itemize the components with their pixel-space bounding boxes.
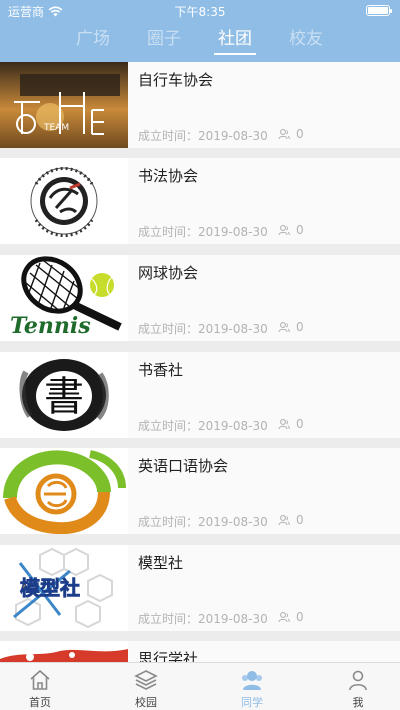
club-item-cycling[interactable]: TEAM 自行车协会 成立时间：2019-08-30 0 <box>0 62 400 148</box>
club-name: 模型社 <box>138 554 184 572</box>
app-screen: 运营商 下午8:35 广场 圈子 社团 校友 TEAM 自行车协会 成立时间：2… <box>0 0 400 710</box>
club-member-count: 0 <box>296 320 304 334</box>
club-item-sixing[interactable]: 思行学社 <box>0 641 400 662</box>
club-name: 自行车协会 <box>138 71 214 89</box>
club-tennis-logo-text: Tennis <box>10 313 91 339</box>
club-item-book[interactable]: 書 书香社 成立时间：2019-08-30 0 <box>0 352 400 438</box>
club-member-count: 0 <box>296 223 304 237</box>
members-icon <box>278 225 290 236</box>
club-info: 思行学社 <box>128 641 400 662</box>
club-members: 0 <box>278 127 304 141</box>
club-name: 思行学社 <box>138 650 199 662</box>
club-item-tennis[interactable]: Tennis 网球协会 成立时间：2019-08-30 0 <box>0 255 400 341</box>
club-info: 书法协会 成立时间：2019-08-30 0 <box>128 158 400 244</box>
club-info: 书香社 成立时间：2019-08-30 0 <box>128 352 400 438</box>
club-info: 网球协会 成立时间：2019-08-30 0 <box>128 255 400 341</box>
classmates-icon <box>242 671 262 690</box>
club-english-image <box>0 448 128 534</box>
club-members: 0 <box>278 417 304 431</box>
members-icon <box>278 515 290 526</box>
members-icon <box>278 419 290 430</box>
club-name: 网球协会 <box>138 264 199 282</box>
club-item-model[interactable]: 模型社 模型社 成立时间：2019-08-30 0 <box>0 545 400 631</box>
club-founded: 成立时间：2019-08-30 <box>138 129 268 143</box>
club-item-calligraphy[interactable]: 书法协会 成立时间：2019-08-30 0 <box>0 158 400 244</box>
club-members: 0 <box>278 320 304 334</box>
club-model-image: 模型社 <box>0 545 128 631</box>
layers-icon <box>134 670 158 690</box>
nav-home-label: 首页 <box>29 696 51 709</box>
club-members: 0 <box>278 513 304 527</box>
nav-campus[interactable]: 校园 <box>106 663 186 710</box>
club-item-english[interactable]: 英语口语协会 成立时间：2019-08-30 0 <box>0 448 400 534</box>
club-founded: 成立时间：2019-08-30 <box>138 322 268 336</box>
club-book-logo-text: 書 <box>44 374 84 420</box>
club-member-count: 0 <box>296 127 304 141</box>
club-cycling-image: TEAM <box>0 62 128 148</box>
club-info: 自行车协会 成立时间：2019-08-30 0 <box>128 62 400 148</box>
nav-classmates-label: 同学 <box>241 696 263 709</box>
nav-campus-label: 校园 <box>135 696 157 709</box>
bottom-nav: 首页 校园 同学 我 <box>0 662 400 710</box>
club-list: TEAM 自行车协会 成立时间：2019-08-30 0 书法协会 成立时间：2… <box>0 62 400 662</box>
club-member-count: 0 <box>296 417 304 431</box>
club-founded: 成立时间：2019-08-30 <box>138 225 268 239</box>
club-founded: 成立时间：2019-08-30 <box>138 419 268 433</box>
club-name: 英语口语协会 <box>138 457 229 475</box>
nav-home[interactable]: 首页 <box>0 663 80 710</box>
club-tennis-image: Tennis <box>0 255 128 341</box>
club-info: 模型社 成立时间：2019-08-30 0 <box>128 545 400 631</box>
club-book-image: 書 <box>0 352 128 438</box>
members-icon <box>278 129 290 140</box>
club-members: 0 <box>278 223 304 237</box>
club-member-count: 0 <box>296 610 304 624</box>
club-cycling-logo-text: TEAM <box>43 123 69 133</box>
members-icon <box>278 612 290 623</box>
tab-alumni[interactable]: 校友 <box>276 26 336 52</box>
tab-circles[interactable]: 圈子 <box>134 26 194 52</box>
top-tabs: 广场 圈子 社团 校友 <box>0 26 400 56</box>
club-members: 0 <box>278 610 304 624</box>
status-bar: 运营商 下午8:35 <box>0 0 400 20</box>
club-sixing-image <box>0 641 128 662</box>
club-founded: 成立时间：2019-08-30 <box>138 612 268 626</box>
club-name: 书法协会 <box>138 167 199 185</box>
club-name: 书香社 <box>138 361 184 379</box>
club-founded: 成立时间：2019-08-30 <box>138 515 268 529</box>
nav-me[interactable]: 我 <box>318 663 398 710</box>
club-info: 英语口语协会 成立时间：2019-08-30 0 <box>128 448 400 534</box>
home-icon <box>30 669 50 690</box>
club-model-logo-text: 模型社 <box>20 576 80 600</box>
nav-me-label: 我 <box>352 696 364 709</box>
person-icon <box>349 670 367 691</box>
nav-classmates[interactable]: 同学 <box>212 663 292 710</box>
battery-icon <box>366 5 392 16</box>
members-icon <box>278 322 290 333</box>
club-calligraphy-image <box>0 158 128 244</box>
club-member-count: 0 <box>296 513 304 527</box>
tab-plaza[interactable]: 广场 <box>63 26 123 52</box>
tab-clubs[interactable]: 社团 <box>205 26 265 55</box>
clock: 下午8:35 <box>174 5 226 19</box>
header: 运营商 下午8:35 广场 圈子 社团 校友 <box>0 0 400 62</box>
